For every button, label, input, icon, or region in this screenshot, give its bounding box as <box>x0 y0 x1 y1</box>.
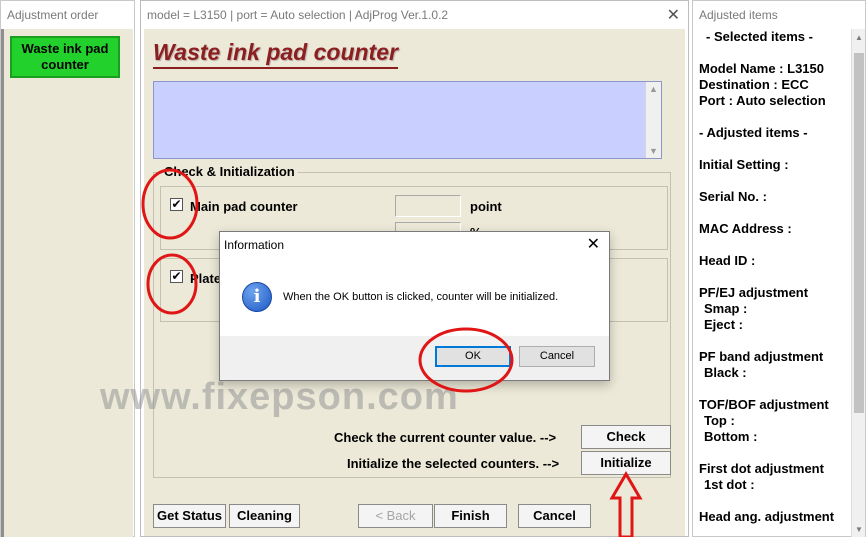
close-icon[interactable]: ✕ <box>667 5 680 25</box>
list-item: Destination : ECC <box>699 77 809 92</box>
dialog-cancel-button[interactable]: Cancel <box>519 346 595 367</box>
list-item: Model Name : L3150 <box>699 61 824 76</box>
adjusted-items-scrollbar[interactable]: ▲ ▼ <box>851 29 865 537</box>
back-button[interactable]: < Back <box>358 504 433 528</box>
platen-pad-checkbox[interactable]: ✔ <box>170 270 183 283</box>
scrollbar-thumb[interactable] <box>854 53 864 413</box>
list-item: PF band adjustment <box>699 349 824 364</box>
scroll-up-icon[interactable]: ▲ <box>855 33 863 42</box>
main-pad-point-field <box>395 195 461 217</box>
adjusted-items-list: - Selected items - Model Name : L3150 De… <box>696 29 851 536</box>
message-area[interactable]: ▲ ▼ <box>153 81 662 159</box>
scroll-up-icon[interactable]: ▲ <box>649 84 658 94</box>
window-title: Adjustment order <box>1 1 134 29</box>
information-dialog: Information ✕ i When the OK button is cl… <box>219 231 610 381</box>
list-item: 1st dot : <box>704 477 755 492</box>
dialog-footer: OK Cancel <box>220 336 609 380</box>
list-item: - Adjusted items - <box>699 125 808 140</box>
message-scrollbar[interactable]: ▲ ▼ <box>645 82 661 158</box>
list-item: First dot adjustment <box>699 461 824 476</box>
adjustment-order-panel: Waste ink pad counter <box>4 29 133 537</box>
close-icon[interactable]: ✕ <box>587 234 600 254</box>
list-item: Initial Setting : <box>699 157 789 172</box>
check-button[interactable]: Check <box>581 425 671 449</box>
point-unit: point <box>470 199 502 214</box>
adjustment-order-window: Adjustment order Waste ink pad counter <box>0 0 135 537</box>
list-item: Bottom : <box>704 429 758 444</box>
list-item: - Selected items - <box>706 29 813 44</box>
main-pad-checkbox[interactable]: ✔ <box>170 198 183 211</box>
list-item: PF/EJ adjustment <box>699 285 809 300</box>
list-item: MAC Address : <box>699 221 792 236</box>
scroll-down-icon[interactable]: ▼ <box>855 525 863 534</box>
dialog-message: When the OK button is clicked, counter w… <box>283 291 559 303</box>
initialize-button[interactable]: Initialize <box>581 451 671 475</box>
list-item: TOF/BOF adjustment <box>699 397 829 412</box>
get-status-button[interactable]: Get Status <box>153 504 226 528</box>
list-item: Port : Auto selection <box>699 93 826 108</box>
list-item: Top : <box>704 413 735 428</box>
window-title: Adjusted items <box>693 1 865 29</box>
list-item: Head ang. adjustment <box>699 509 835 524</box>
list-item: Eject : <box>704 317 744 332</box>
list-item: Head ID : <box>699 253 756 268</box>
page-title: Waste ink pad counter <box>153 39 398 69</box>
list-item: Smap : <box>704 301 748 316</box>
waste-ink-pad-counter-item[interactable]: Waste ink pad counter <box>10 36 120 78</box>
list-item: Black : <box>704 365 747 380</box>
adjusted-items-window: Adjusted items - Selected items - Model … <box>692 0 866 537</box>
cancel-button[interactable]: Cancel <box>518 504 591 528</box>
initialize-instruction: Initialize the selected counters. --> <box>347 456 560 471</box>
finish-button[interactable]: Finish <box>434 504 507 528</box>
info-icon: i <box>242 282 272 312</box>
cleaning-button[interactable]: Cleaning <box>229 504 300 528</box>
check-instruction: Check the current counter value. --> <box>334 430 557 445</box>
window-title: model = L3150 | port = Auto selection | … <box>141 1 688 29</box>
dialog-title: Information <box>224 238 285 252</box>
group-label: Check & Initialization <box>161 164 298 179</box>
scroll-down-icon[interactable]: ▼ <box>649 146 658 156</box>
ok-button[interactable]: OK <box>435 346 511 367</box>
list-item: Serial No. : <box>699 189 767 204</box>
main-pad-label: Main pad counter <box>190 199 298 214</box>
watermark: www.fixepson.com <box>100 376 459 418</box>
